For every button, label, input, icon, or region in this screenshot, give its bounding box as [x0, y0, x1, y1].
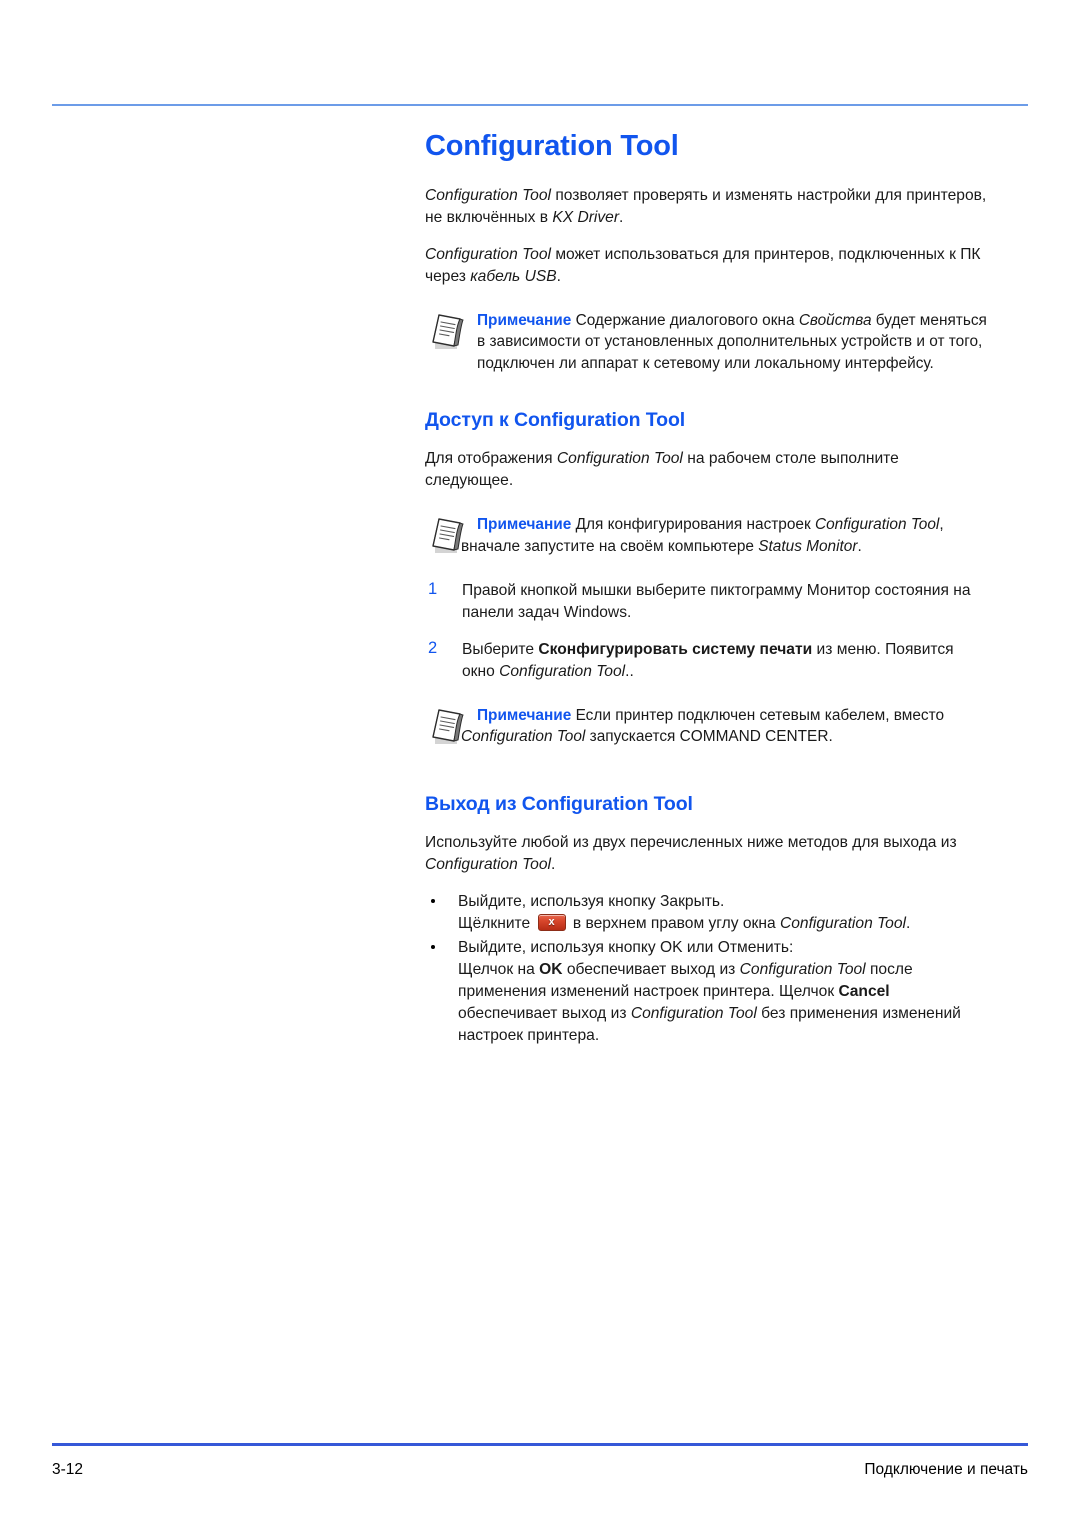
note-document-icon: [427, 704, 471, 748]
bullet-2-line1: Выйдите, используя кнопку OK или Отменит…: [458, 938, 794, 956]
note-2-e: .: [857, 537, 862, 555]
note-1-properties: Свойства: [798, 311, 872, 329]
note-2-a: Для конфигурирования настроек: [571, 516, 815, 534]
bullet-1-line1: Выйдите, используя кнопку Закрыть.: [458, 892, 725, 910]
header-rule: [52, 104, 1028, 106]
section-heading-exit: Выход из Configuration Tool: [425, 792, 693, 815]
page-number: 3-12: [52, 1461, 84, 1478]
step-item: 1 Правой кнопкой мышки выберите пиктогра…: [425, 580, 990, 624]
bullet-1-line2-b: в верхнем правом углу окна: [568, 914, 780, 932]
note-3-a: Если принтер подключен сетевым кабелем, …: [571, 706, 945, 724]
note-3-label: Примечание: [477, 706, 572, 724]
intro-p1-end: .: [619, 209, 624, 227]
note-3-term: Configuration Tool: [461, 728, 586, 746]
bullet-1-line2-a: Щёлкните: [458, 914, 535, 932]
note-3-c: запускается COMMAND CENTER.: [585, 728, 833, 746]
note-2-statusmonitor: Status Monitor: [758, 537, 858, 555]
step-text: Правой кнопкой мышки выберите пиктограмм…: [462, 582, 971, 622]
page-footer: 3-12 Подключение и печать: [52, 1461, 1028, 1485]
step-2-a: Выберите: [462, 640, 539, 658]
bullet-1-text: Выйдите, используя кнопку Закрыть. Щёлкн…: [458, 891, 990, 935]
window-close-button-icon[interactable]: x: [537, 913, 566, 931]
note-block-1: Примечание Содержание диалогового окна С…: [425, 310, 990, 375]
step-item: 2 Выберите Сконфигурировать систему печа…: [425, 639, 990, 683]
intro-p2-term: Configuration Tool: [425, 245, 551, 263]
note-block-2: Примечание Для конфигурирования настроек…: [425, 514, 990, 558]
bullet-2-ok-button: OK: [539, 960, 563, 978]
step-2-window: Configuration Tool: [499, 662, 626, 680]
bullet-2-cancel-button: Cancel: [838, 983, 890, 1001]
document-page: Configuration Tool Configuration Tool по…: [0, 0, 1080, 1527]
note-1-a: Содержание диалогового окна: [571, 311, 799, 329]
bullet-2-text: Выйдите, используя кнопку OK или Отменит…: [458, 937, 990, 1048]
bullet-2-a: Щелчок на: [458, 960, 540, 978]
bullet-1-line2-c: .: [905, 914, 911, 932]
footer-section-name: Подключение и печать: [864, 1461, 1028, 1478]
bullet-2-term-1: Configuration Tool: [739, 960, 866, 978]
exit-methods-list: Выйдите, используя кнопку Закрыть. Щёлкн…: [425, 891, 990, 1048]
section-heading-access: Доступ к Configuration Tool: [425, 408, 686, 431]
list-item: Выйдите, используя кнопку OK или Отменит…: [425, 937, 990, 1048]
numbered-steps-list: 1 Правой кнопкой мышки выберите пиктогра…: [425, 580, 990, 683]
bullet-marker-icon: [431, 898, 435, 903]
step-2-c: ..: [625, 662, 634, 680]
intro-p2-end: .: [556, 267, 561, 285]
step-number: 2: [428, 638, 438, 657]
list-item: Выйдите, используя кнопку Закрыть. Щёлкн…: [425, 891, 990, 935]
step-number: 1: [428, 580, 438, 599]
note-1-text: Примечание Содержание диалогового окна С…: [477, 310, 990, 375]
access-p-term: Configuration Tool: [556, 449, 683, 467]
note-2-text: Примечание Для конфигурирования настроек…: [461, 514, 990, 557]
access-p-a: Для отображения: [425, 449, 557, 467]
bullet-1-window: Configuration Tool: [779, 914, 906, 932]
intro-p2-cable: кабель USB: [470, 267, 557, 285]
bullet-2-term-2: Configuration Tool: [630, 1005, 757, 1023]
step-2-menu-command: Сконфигурировать систему печати: [538, 640, 813, 658]
footer-rule: [52, 1443, 1028, 1446]
bullet-2-d: обеспечивает выход из: [458, 1005, 631, 1023]
access-paragraph: Для отображения Configuration Tool на ра…: [425, 448, 990, 492]
note-3-text: Примечание Если принтер подключен сетевы…: [461, 705, 990, 748]
intro-p1-driver: KX Driver: [552, 209, 620, 227]
note-document-icon: [427, 513, 471, 557]
close-icon-glyph: x: [548, 915, 555, 928]
note-2-label: Примечание: [477, 516, 572, 534]
step-text: Выберите Сконфигурировать систему печати…: [462, 639, 990, 683]
exit-paragraph: Используйте любой из двух перечисленных …: [425, 832, 990, 876]
bullet-2-b: обеспечивает выход из: [562, 960, 740, 978]
note-1-label: Примечание: [477, 311, 572, 329]
intro-paragraph-1: Configuration Tool позволяет проверять и…: [425, 185, 990, 229]
note-block-3: Примечание Если принтер подключен сетевы…: [425, 705, 990, 749]
intro-paragraph-2: Configuration Tool может использоваться …: [425, 244, 990, 288]
intro-p1-term: Configuration Tool: [425, 187, 551, 205]
exit-p-a: Используйте любой из двух перечисленных …: [425, 834, 957, 852]
exit-p-term: Configuration Tool: [425, 856, 551, 874]
note-2-term: Configuration Tool: [815, 516, 940, 534]
page-title: Configuration Tool: [425, 130, 679, 162]
bullet-marker-icon: [431, 944, 435, 949]
exit-p-c: .: [551, 856, 556, 874]
page-content: Configuration Tool Configuration Tool по…: [425, 130, 990, 1049]
note-document-icon: [427, 309, 471, 353]
